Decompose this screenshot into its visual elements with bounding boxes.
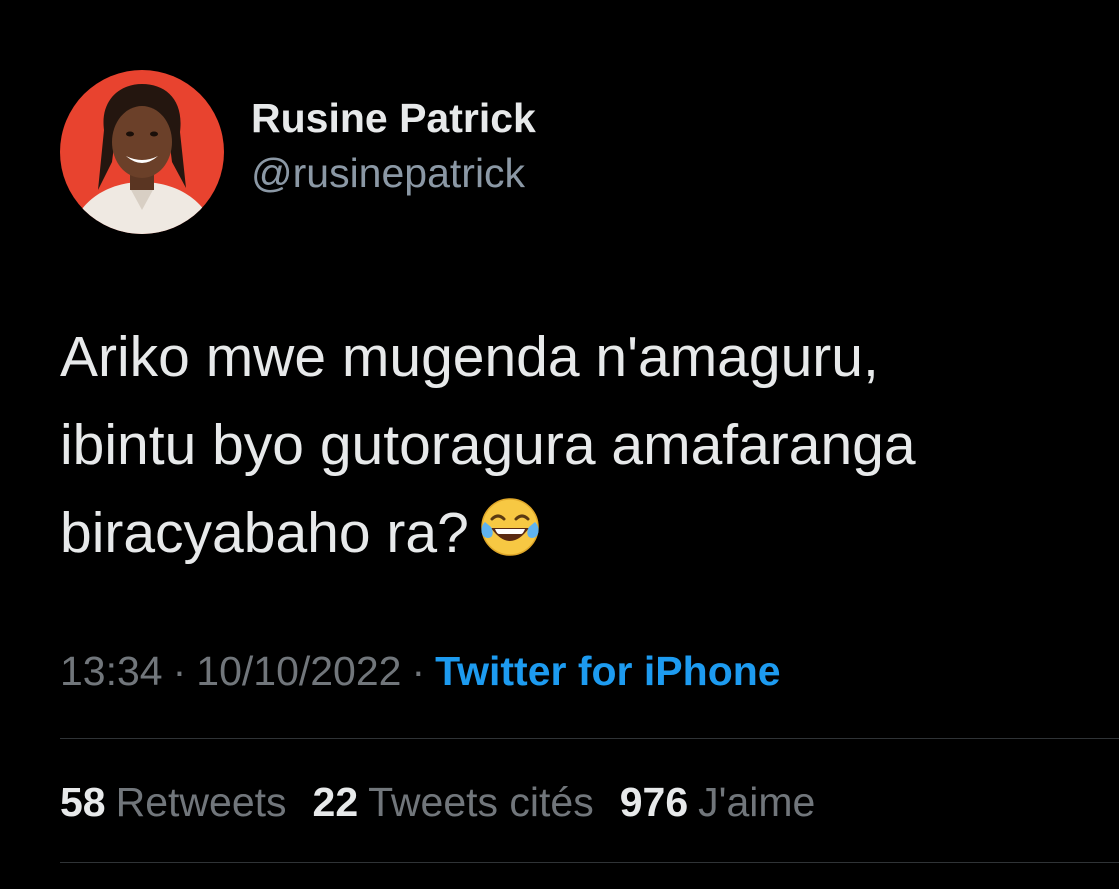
face-with-tears-of-joy-icon (477, 494, 543, 560)
meta-separator: · (172, 648, 187, 694)
quote-tweets-count: 22 (312, 779, 359, 825)
likes-stat[interactable]: 976 J'aime (620, 776, 816, 828)
tweet-header: Rusine Patrick @rusinepatrick (60, 70, 536, 234)
retweets-count: 58 (60, 779, 106, 825)
user-handle[interactable]: @rusinepatrick (251, 144, 536, 202)
likes-count: 976 (619, 779, 689, 825)
meta-separator: · (411, 648, 426, 694)
quote-tweets-stat[interactable]: 22 Tweets cités (313, 776, 594, 828)
retweets-label: Retweets (115, 779, 287, 825)
tweet-text-line: ibintu byo gutoragura amafaranga (60, 413, 916, 477)
tweet-source-link[interactable]: Twitter for iPhone (435, 648, 780, 694)
tweet-text: Ariko mwe mugenda n'amaguru, ibintu byo … (60, 313, 1080, 577)
tweet-metadata: 13:34 · 10/10/2022 · Twitter for iPhone (60, 645, 781, 697)
tweet-date[interactable]: 10/10/2022 (196, 648, 401, 694)
tweet-text-line-content: biracyabaho ra? (60, 501, 469, 565)
likes-label: J'aime (698, 779, 816, 825)
divider (60, 862, 1119, 863)
divider (60, 738, 1119, 739)
quote-tweets-label: Tweets cités (368, 779, 594, 825)
tweet-text-line: biracyabaho ra? (60, 489, 1080, 577)
tweet-stats: 58 Retweets 22 Tweets cités 976 J'aime (60, 776, 841, 828)
avatar[interactable] (60, 70, 224, 234)
retweets-stat[interactable]: 58 Retweets (60, 776, 287, 828)
tweet-text-line: Ariko mwe mugenda n'amaguru, (60, 325, 879, 389)
profile-photo-icon (60, 70, 224, 234)
tweet-card: Rusine Patrick @rusinepatrick Ariko mwe … (0, 0, 1119, 889)
display-name[interactable]: Rusine Patrick (251, 92, 536, 144)
tweet-time[interactable]: 13:34 (60, 648, 163, 694)
author-names: Rusine Patrick @rusinepatrick (251, 92, 536, 202)
